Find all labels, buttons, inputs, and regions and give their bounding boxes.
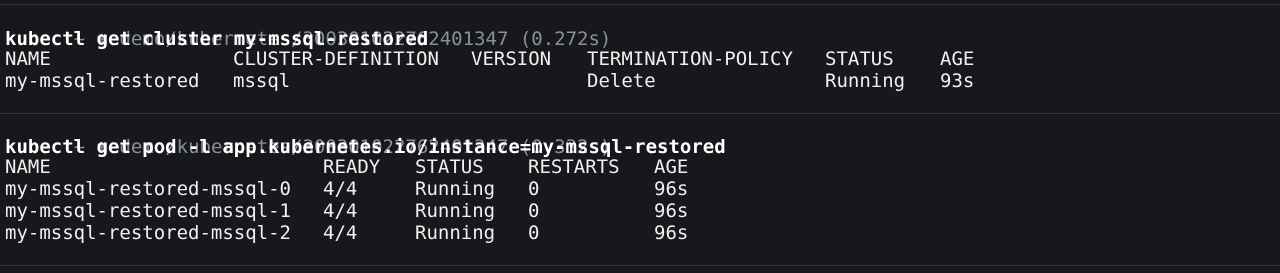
ready-cell: 4/4 — [323, 222, 358, 244]
column-header-age: AGE — [940, 48, 975, 70]
command-text[interactable]: kubectl get cluster my-mssql-restored — [5, 29, 1275, 49]
restarts-cell: 0 — [528, 178, 540, 200]
table-row: my-mssql-restored-mssql-0 4/4 Running 0 … — [5, 179, 1275, 201]
column-header-name: NAME — [5, 156, 51, 178]
status-cell: Running — [415, 222, 496, 244]
column-header-status: STATUS — [825, 48, 894, 70]
cluster-name-cell: my-mssql-restored — [5, 70, 200, 92]
status-cell: Running — [415, 178, 496, 200]
prompt-duration: (0.272s) — [519, 28, 612, 50]
column-header-termination-policy: TERMINATION-POLICY — [587, 48, 793, 70]
output-separator — [0, 265, 1280, 266]
column-header-ready: READY — [323, 156, 381, 178]
command-text[interactable]: kubectl get pod -l app.kubernetes.io/ins… — [5, 137, 1275, 157]
output-separator — [0, 4, 1280, 5]
column-header-age: AGE — [654, 156, 689, 178]
table-row: my-mssql-restored-mssql-2 4/4 Running 0 … — [5, 223, 1275, 245]
table-row: my-mssql-restored-mssql-1 4/4 Running 0 … — [5, 201, 1275, 223]
terminal-window[interactable]: ~ ⎈ demo/kubernetes/300301022762401347 (… — [0, 0, 1280, 273]
pod-name-cell: my-mssql-restored-mssql-1 — [5, 200, 291, 222]
pod-name-cell: my-mssql-restored-mssql-0 — [5, 178, 291, 200]
prompt-line: ~ ⎈ demo/kubernetes/300301022762401347 (… — [5, 9, 1275, 49]
output-separator — [0, 113, 1280, 114]
age-cell: 96s — [654, 200, 689, 222]
restarts-cell: 0 — [528, 222, 540, 244]
table-header: NAME CLUSTER-DEFINITION VERSION TERMINAT… — [5, 49, 1275, 71]
prompt-line: ~ ⎈ demo/kubernetes/300301022762401347 (… — [5, 117, 1275, 157]
column-header-restarts: RESTARTS — [528, 156, 620, 178]
ready-cell: 4/4 — [323, 178, 358, 200]
status-cell: Running — [825, 70, 906, 92]
termination-policy-cell: Delete — [587, 70, 656, 92]
table-row: my-mssql-restored mssql Delete Running 9… — [5, 71, 1275, 93]
pod-name-cell: my-mssql-restored-mssql-2 — [5, 222, 291, 244]
cluster-definition-cell: mssql — [233, 70, 291, 92]
command-block: ~ ⎈ demo/kubernetes/300301022762401347 (… — [5, 9, 1275, 93]
ready-cell: 4/4 — [323, 200, 358, 222]
age-cell: 96s — [654, 222, 689, 244]
column-header-status: STATUS — [415, 156, 484, 178]
restarts-cell: 0 — [528, 200, 540, 222]
status-cell: Running — [415, 200, 496, 222]
age-cell: 93s — [940, 70, 975, 92]
age-cell: 96s — [654, 178, 689, 200]
command-block: ~ ⎈ demo/kubernetes/300301022762401347 (… — [5, 117, 1275, 245]
column-header-version: VERSION — [471, 48, 552, 70]
column-header-cluster-definition: CLUSTER-DEFINITION — [233, 48, 439, 70]
table-header: NAME READY STATUS RESTARTS AGE — [5, 157, 1275, 179]
column-header-name: NAME — [5, 48, 51, 70]
